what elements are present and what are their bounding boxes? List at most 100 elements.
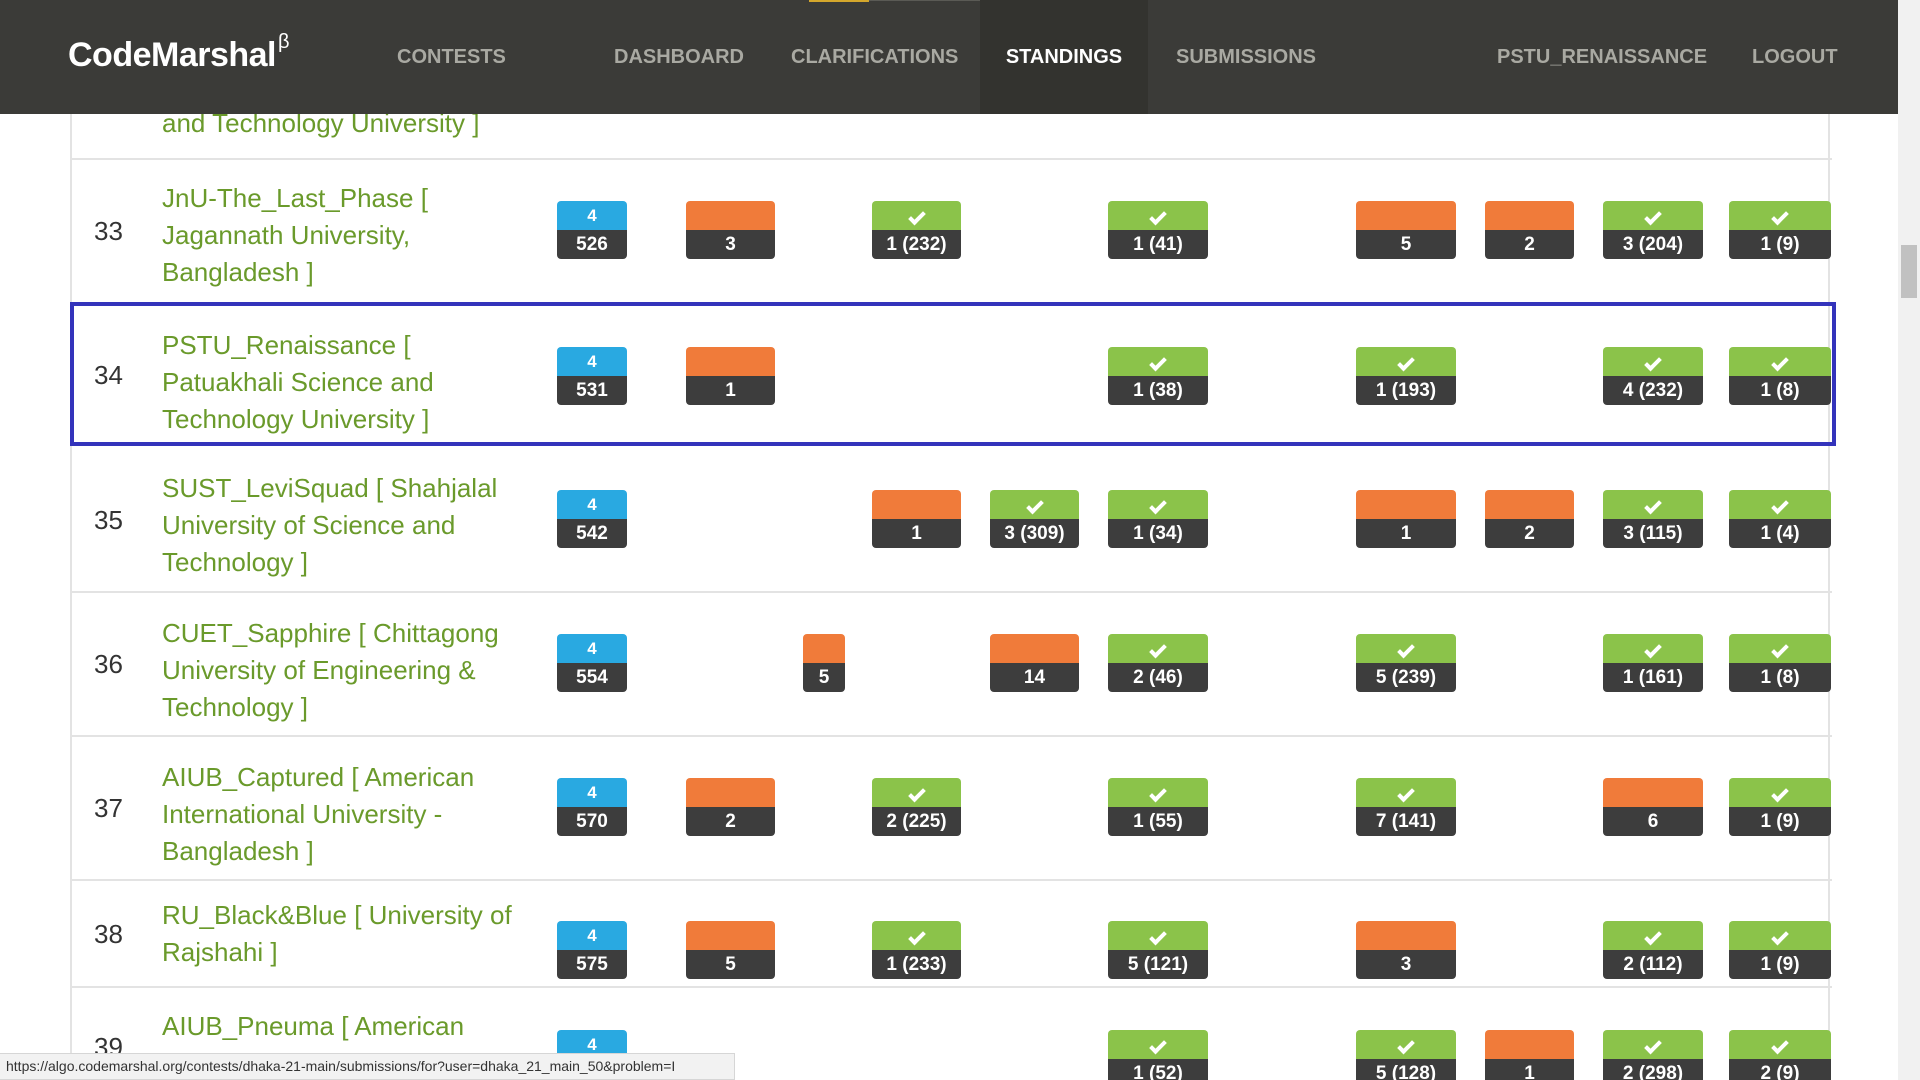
score-badge[interactable]: 4 575 [557, 921, 627, 979]
rank-number: 37 [94, 793, 123, 823]
problem-cell-k[interactable]: 1 (9) [1729, 201, 1831, 259]
problem-cell-k[interactable]: 2 (9) [1729, 1030, 1831, 1080]
nav-dashboard[interactable]: DASHBOARD [614, 0, 744, 114]
cell-value: 5 (128) [1356, 1059, 1456, 1080]
check-icon [1771, 927, 1789, 946]
standings-page: and Technology University ] 33 JnU-The_La… [0, 0, 1920, 1080]
scrollbar-thumb[interactable] [1901, 245, 1917, 298]
check-icon [1644, 1036, 1662, 1055]
check-icon [1644, 927, 1662, 946]
problem-cell-j[interactable]: 2 (112) [1603, 921, 1703, 979]
cell-value: 5 (121) [1108, 950, 1208, 979]
problem-cell-d[interactable]: 1 (232) [872, 201, 961, 259]
cell-value: 531 [557, 376, 627, 405]
team-name[interactable]: PSTU_Renaissance [ Patuakhali Science an… [162, 327, 532, 438]
score-badge[interactable]: 4 526 [557, 201, 627, 259]
check-icon [1149, 207, 1167, 226]
cell-top: 4 [557, 490, 627, 519]
check-icon [907, 927, 926, 946]
problem-cell-f[interactable]: 2 (46) [1108, 634, 1208, 692]
problem-cell-h[interactable]: 7 (141) [1356, 778, 1456, 836]
cell-top [1108, 634, 1208, 663]
team-name[interactable]: JnU-The_Last_Phase [ Jagannath Universit… [162, 180, 532, 291]
cell-value: 1 (161) [1603, 663, 1703, 692]
problem-cell-k[interactable]: 1 (9) [1729, 921, 1831, 979]
problem-cell-k[interactable]: 1 (8) [1729, 347, 1831, 405]
cell-top [686, 921, 775, 950]
problem-cell-j[interactable]: 6 [1603, 778, 1703, 836]
problem-cell-h[interactable]: 1 (193) [1356, 347, 1456, 405]
problem-cell-b[interactable]: 3 [686, 201, 775, 259]
problem-cell-d[interactable]: 2 (225) [872, 778, 961, 836]
cell-value: 1 (34) [1108, 519, 1208, 548]
cell-value: 1 [1485, 1059, 1574, 1080]
problem-cell-h[interactable]: 5 [1356, 201, 1456, 259]
problem-cell-k[interactable]: 1 (9) [1729, 778, 1831, 836]
brand-logo[interactable]: CodeMarshal β [68, 31, 290, 75]
nav-clarifications[interactable]: CLARIFICATIONS [791, 0, 958, 114]
rank-number: 38 [94, 918, 123, 949]
problem-cell-e[interactable]: 14 [990, 634, 1079, 692]
problem-cell-i[interactable]: 2 [1485, 201, 1574, 259]
rank-number: 34 [94, 360, 123, 390]
cell-top [1356, 634, 1456, 663]
problem-cell-d[interactable]: 1 (233) [872, 921, 961, 979]
nav-user[interactable]: PSTU_RENAISSANCE [1497, 0, 1707, 114]
score-badge[interactable]: 4 531 [557, 347, 627, 405]
problem-cell-j[interactable]: 2 (298) [1603, 1030, 1703, 1080]
cell-top [1108, 778, 1208, 807]
problem-cell-c[interactable]: 5 [803, 634, 845, 692]
cell-top [872, 778, 961, 807]
score-badge[interactable]: 4 570 [557, 778, 627, 836]
team-name[interactable]: SUST_LeviSquad [ Shahjalal University of… [162, 470, 532, 581]
cell-top [872, 921, 961, 950]
problem-cell-e[interactable]: 3 (309) [990, 490, 1079, 548]
cell-value: 1 (9) [1729, 950, 1831, 979]
problem-cell-b[interactable]: 1 [686, 347, 775, 405]
problem-cell-f[interactable]: 1 (52) [1108, 1030, 1208, 1080]
nav-contests[interactable]: CONTESTS [397, 0, 506, 114]
problem-cell-k[interactable]: 1 (8) [1729, 634, 1831, 692]
problem-cell-f[interactable]: 1 (55) [1108, 778, 1208, 836]
problem-cell-h[interactable]: 1 [1356, 490, 1456, 548]
problem-cell-j[interactable]: 3 (115) [1603, 490, 1703, 548]
nav-logout[interactable]: LOGOUT [1752, 0, 1838, 114]
problem-cell-h[interactable]: 3 [1356, 921, 1456, 979]
table-row: 33 JnU-The_Last_Phase [ Jagannath Univers… [72, 160, 1832, 304]
problem-cell-k[interactable]: 1 (4) [1729, 490, 1831, 548]
team-name[interactable]: RU_Black&Blue [ University of Rajshahi ] [162, 897, 532, 971]
score-badge[interactable]: 4 554 [557, 634, 627, 692]
problem-cell-b[interactable]: 5 [686, 921, 775, 979]
cell-top [1485, 1030, 1574, 1059]
cell-value: 5 [1356, 230, 1456, 259]
cell-value: 1 (55) [1108, 807, 1208, 836]
problem-cell-f[interactable]: 1 (41) [1108, 201, 1208, 259]
team-name[interactable]: AIUB_Captured [ American International U… [162, 759, 532, 870]
cell-value: 2 (9) [1729, 1059, 1831, 1080]
cell-top [1108, 201, 1208, 230]
cell-top [1356, 921, 1456, 950]
problem-cell-j[interactable]: 4 (232) [1603, 347, 1703, 405]
problem-cell-f[interactable]: 5 (121) [1108, 921, 1208, 979]
team-name[interactable]: CUET_Sapphire [ Chittagong University of… [162, 615, 532, 726]
problem-cell-j[interactable]: 3 (204) [1603, 201, 1703, 259]
check-icon [1397, 1036, 1415, 1055]
cell-value: 526 [557, 230, 627, 259]
nav-submissions[interactable]: SUBMISSIONS [1176, 0, 1316, 114]
problem-cell-h[interactable]: 5 (239) [1356, 634, 1456, 692]
problem-cell-h[interactable]: 5 (128) [1356, 1030, 1456, 1080]
problem-cell-f[interactable]: 1 (38) [1108, 347, 1208, 405]
cell-top [1603, 634, 1703, 663]
problem-cell-d[interactable]: 1 [872, 490, 961, 548]
problem-cell-j[interactable]: 1 (161) [1603, 634, 1703, 692]
problem-cell-b[interactable]: 2 [686, 778, 775, 836]
problem-cell-f[interactable]: 1 (34) [1108, 490, 1208, 548]
problem-cell-i[interactable]: 1 [1485, 1030, 1574, 1080]
nav-standings[interactable]: STANDINGS [980, 0, 1148, 114]
cell-top [1108, 1030, 1208, 1059]
score-badge[interactable]: 4 542 [557, 490, 627, 548]
cell-value: 1 (41) [1108, 230, 1208, 259]
cell-top [1603, 778, 1703, 807]
problem-cell-i[interactable]: 2 [1485, 490, 1574, 548]
scrollbar-track[interactable] [1898, 0, 1920, 1080]
